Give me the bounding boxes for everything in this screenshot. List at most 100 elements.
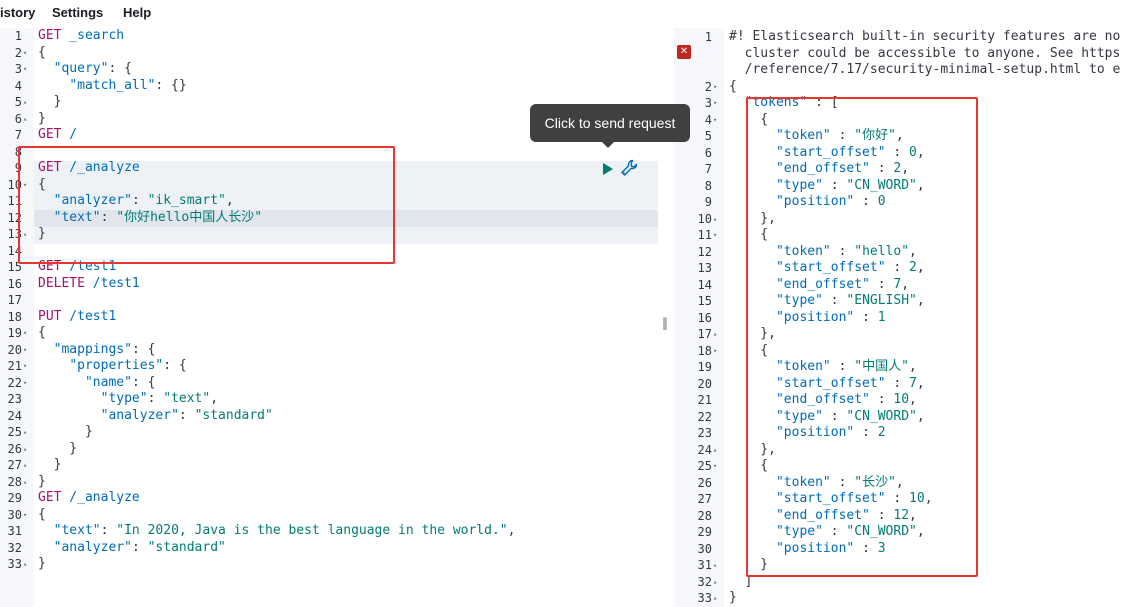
code-token: "token": [775, 474, 831, 490]
code-line: {: [729, 343, 768, 360]
code-token: 10: [893, 392, 910, 407]
code-line: GET /_analyze: [38, 160, 140, 177]
fold-toggle-icon[interactable]: ▴: [713, 326, 717, 343]
code-token: "text": [163, 391, 211, 406]
line-number: 25: [7, 425, 22, 439]
code-line: }: [38, 441, 77, 458]
line-number: 27: [697, 492, 712, 506]
code-token: "end_offset": [775, 276, 870, 292]
code-token: :: [131, 539, 148, 555]
code-token: "analyzer": [53, 193, 132, 208]
code-line: }: [38, 424, 93, 441]
code-token: :: [822, 293, 847, 308]
code-token: : {: [163, 358, 187, 373]
response-viewer[interactable]: 1 #! Elasticsearch built-in security feat…: [674, 28, 1125, 607]
fold-toggle-icon[interactable]: ▾: [713, 112, 717, 129]
code-token: "hello": [854, 243, 910, 259]
line-number: 13: [7, 227, 22, 241]
line-number: 23: [7, 392, 22, 406]
play-icon[interactable]: [603, 163, 613, 175]
code-token: }: [38, 94, 62, 109]
code-token: ,: [916, 408, 925, 424]
code-line: {: [38, 507, 46, 524]
code-line: "position" : 1: [729, 310, 886, 327]
code-line: "analyzer": "standard": [38, 408, 273, 425]
code-line: {: [38, 45, 46, 62]
menu-help[interactable]: Help: [123, 5, 151, 20]
line-number: 22: [7, 375, 22, 390]
fold-toggle-icon[interactable]: ▾: [23, 375, 27, 392]
fold-toggle-icon[interactable]: ▴: [23, 94, 27, 111]
fold-toggle-icon[interactable]: ▴: [23, 457, 27, 474]
fold-toggle-icon[interactable]: ▾: [23, 325, 27, 342]
code-token: ,: [909, 507, 917, 523]
fold-toggle-icon[interactable]: ▾: [713, 95, 717, 112]
fold-toggle-icon[interactable]: ▴: [23, 556, 27, 573]
fold-toggle-icon[interactable]: ▴: [23, 111, 27, 128]
code-token: #! Elasticsearch built-in security featu…: [729, 29, 1121, 44]
code-line: {: [729, 112, 768, 129]
code-token: :: [178, 407, 195, 423]
code-token: 2: [877, 425, 886, 440]
fold-toggle-icon[interactable]: ▴: [713, 574, 717, 591]
code-token: :: [830, 243, 855, 259]
code-line: "position" : 2: [729, 425, 886, 442]
fold-toggle-icon[interactable]: ▴: [23, 424, 27, 441]
menu-settings[interactable]: Settings: [52, 5, 103, 20]
fold-toggle-icon[interactable]: ▾: [23, 177, 27, 194]
line-number: 32: [697, 574, 712, 589]
code-line: "start_offset" : 10,: [729, 491, 933, 508]
fold-toggle-icon[interactable]: ▾: [713, 227, 717, 244]
line-number: 15: [697, 294, 712, 308]
fold-toggle-icon[interactable]: ▾: [23, 45, 27, 62]
code-token: : {}: [155, 77, 187, 93]
code-line: cluster could be accessible to anyone. S…: [729, 46, 1121, 63]
code-token: :: [885, 375, 910, 391]
code-token: ,: [916, 260, 925, 275]
fold-toggle-icon[interactable]: ▴: [713, 557, 717, 574]
pane-resize-handle[interactable]: ‖: [662, 316, 668, 330]
code-token: "standard": [194, 407, 273, 423]
code-line: "tokens" : [: [729, 95, 839, 112]
code-token: :: [869, 392, 894, 407]
code-token: GET: [38, 160, 62, 175]
line-number: 15: [7, 260, 22, 274]
fold-toggle-icon[interactable]: ▾: [23, 61, 27, 78]
fold-toggle-icon[interactable]: ▾: [23, 358, 27, 375]
code-line: "token" : "长沙",: [729, 475, 904, 492]
fold-toggle-icon[interactable]: ▾: [713, 343, 717, 360]
fold-toggle-icon[interactable]: ▾: [713, 79, 717, 96]
fold-toggle-icon[interactable]: ▾: [713, 458, 717, 475]
code-token: "mappings": [53, 341, 132, 357]
line-number: 27: [7, 458, 22, 472]
code-token: : [: [807, 95, 839, 110]
code-line: "type": "text",: [38, 391, 218, 408]
fold-toggle-icon[interactable]: ▾: [23, 342, 27, 359]
fold-toggle-icon[interactable]: ▴: [713, 442, 717, 459]
fold-toggle-icon[interactable]: ▴: [23, 441, 27, 458]
fold-toggle-icon[interactable]: ▴: [713, 590, 717, 607]
line-number: 10: [7, 177, 22, 192]
line-number: 2: [14, 45, 22, 60]
code-token: "standard": [147, 539, 226, 555]
code-line: },: [729, 442, 776, 459]
code-line: "type" : "CN_WORD",: [729, 178, 925, 195]
code-line: "type" : "CN_WORD",: [729, 409, 925, 426]
menu-history[interactable]: istory: [0, 5, 35, 20]
fold-toggle-icon[interactable]: ▴: [23, 226, 27, 243]
fold-toggle-icon[interactable]: ▴: [713, 211, 717, 228]
wrench-icon[interactable]: [619, 158, 639, 178]
line-number: 8: [704, 178, 712, 193]
fold-toggle-icon[interactable]: ▾: [23, 507, 27, 524]
code-token: "type": [775, 524, 823, 539]
code-token: }: [38, 226, 46, 241]
error-icon[interactable]: ✕: [677, 45, 691, 59]
code-token: :: [830, 359, 855, 374]
fold-toggle-icon[interactable]: ▴: [23, 474, 27, 491]
code-token: "match_all": [69, 77, 156, 93]
